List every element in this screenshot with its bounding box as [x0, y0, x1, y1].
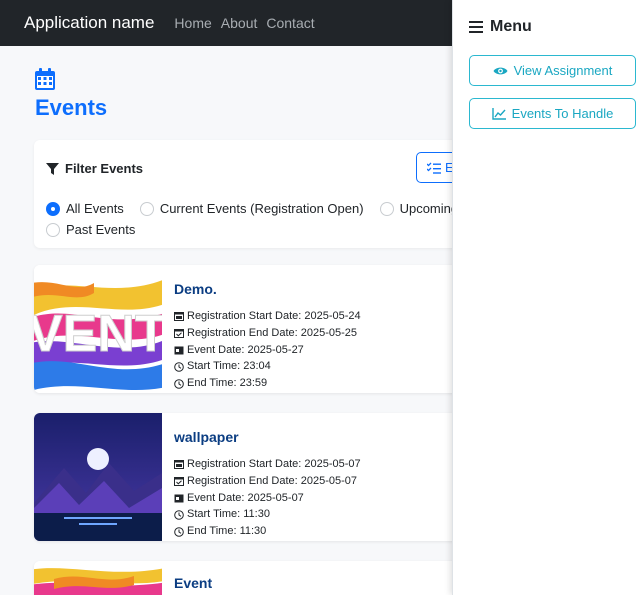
event-image-text: VENT	[34, 305, 162, 363]
line-chart-icon	[491, 107, 506, 120]
eye-icon	[493, 67, 508, 74]
calendar-check-icon	[174, 329, 184, 339]
calendar-icon	[174, 460, 184, 470]
end-time: End Time: 23:59	[187, 377, 268, 390]
event-title[interactable]: wallpaper	[174, 429, 239, 445]
view-assignment-label: View Assignment	[513, 63, 613, 78]
app-brand[interactable]: Application name	[24, 13, 154, 33]
radio-dot[interactable]	[46, 201, 60, 216]
nav-link-about[interactable]: About	[221, 15, 258, 31]
clock-icon	[174, 509, 184, 520]
side-menu-panel: Menu View Assignment Events To Handle	[452, 0, 643, 595]
radio-label: Current Events (Registration Open)	[159, 201, 364, 216]
registration-end: Registration End Date: 2025-05-25	[187, 326, 357, 339]
event-card[interactable]: Event	[34, 561, 474, 595]
event-details: Registration Start Date: 2025-05-24 Regi…	[174, 308, 361, 392]
list-check-icon	[427, 162, 441, 174]
registration-start: Registration Start Date: 2025-05-24	[187, 310, 361, 322]
radio-current-events[interactable]: Current Events (Registration Open)	[139, 198, 364, 219]
calendar-event-icon	[174, 494, 184, 503]
hamburger-icon	[469, 21, 483, 33]
events-to-handle-button[interactable]: Events To Handle	[469, 98, 636, 129]
nav-link-contact[interactable]: Contact	[266, 15, 314, 31]
event-title[interactable]: Event	[174, 575, 212, 591]
radio-dot[interactable]	[139, 201, 154, 216]
event-image	[34, 561, 162, 595]
calendar-event-icon	[174, 346, 184, 355]
radio-dot[interactable]	[379, 201, 394, 216]
radio-label: All Events	[66, 201, 124, 216]
clock-icon	[174, 378, 184, 389]
registration-end: Registration End Date: 2025-05-07	[187, 474, 357, 487]
clock-icon	[174, 526, 184, 537]
start-time: Start Time: 23:04	[187, 360, 271, 373]
end-time: End Time: 11:30	[187, 525, 267, 538]
calendar-check-icon	[174, 477, 184, 487]
filter-card: Filter Events E All Events Current Event…	[34, 140, 476, 248]
radio-past-events[interactable]: Past Events	[46, 219, 135, 240]
event-date: Event Date: 2025-05-27	[187, 343, 304, 356]
event-image	[34, 413, 162, 541]
nav-link-home[interactable]: Home	[174, 15, 211, 31]
view-assignment-button[interactable]: View Assignment	[469, 55, 636, 86]
filter-header: Filter Events	[46, 161, 143, 176]
start-time: Start Time: 11:30	[187, 508, 270, 521]
event-title[interactable]: Demo.	[174, 281, 217, 297]
page-title: Events	[35, 95, 108, 120]
filter-title: Filter Events	[65, 161, 144, 176]
filter-icon	[46, 162, 59, 175]
event-date: Event Date: 2025-05-07	[187, 491, 304, 504]
clock-icon	[174, 361, 184, 372]
menu-title: Menu	[490, 18, 532, 35]
event-image: VENT	[34, 265, 162, 393]
calendar-icon	[174, 312, 184, 322]
calendar-icon	[35, 68, 55, 90]
registration-start: Registration Start Date: 2025-05-07	[187, 458, 361, 470]
events-to-handle-label: Events To Handle	[511, 106, 614, 121]
radio-dot[interactable]	[46, 222, 60, 237]
filter-options: All Events Current Events (Registration …	[46, 198, 506, 240]
event-details: Registration Start Date: 2025-05-07 Regi…	[174, 456, 361, 540]
event-card[interactable]: VENT Demo. Registration Start Date: 2025…	[34, 265, 474, 393]
menu-header: Menu	[469, 18, 532, 36]
radio-label: Past Events	[66, 222, 136, 237]
radio-all-events[interactable]: All Events	[46, 198, 124, 219]
event-card[interactable]: wallpaper Registration Start Date: 2025-…	[34, 413, 474, 541]
